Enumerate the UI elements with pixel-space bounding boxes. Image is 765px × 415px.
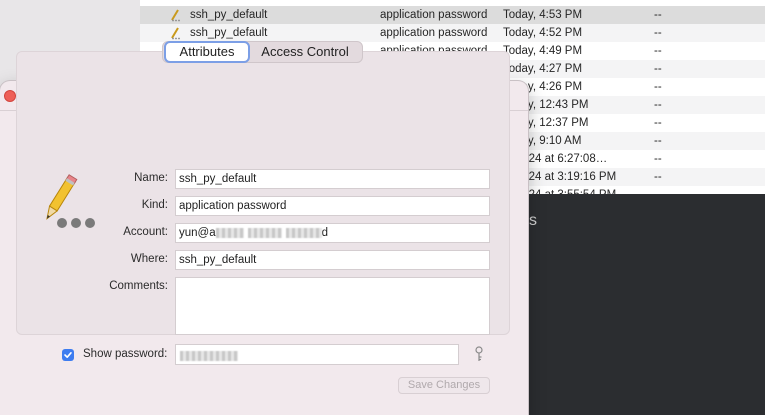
password-item-icon (171, 27, 180, 40)
background-window-text: s (529, 212, 537, 229)
background-window: s (505, 194, 765, 415)
comments-field[interactable] (175, 277, 490, 335)
item-name: ssh_py_default (190, 9, 268, 21)
tab-selector: Attributes Access Control (162, 41, 363, 63)
account-label: Account: (123, 226, 168, 238)
item-date: Today, 4:49 PM (503, 45, 583, 57)
redacted-text (215, 227, 244, 238)
account-field[interactable]: yun@a d (175, 223, 490, 243)
item-keychain: -- (654, 9, 662, 21)
show-password-checkbox[interactable] (62, 349, 74, 361)
password-field[interactable] (175, 344, 459, 365)
tab-access-control[interactable]: Access Control (255, 44, 355, 59)
item-keychain: -- (654, 45, 662, 57)
name-label: Name: (134, 172, 168, 184)
where-label: Where: (130, 253, 168, 265)
key-icon[interactable] (473, 346, 485, 362)
item-keychain: -- (654, 99, 662, 111)
item-date: Today, 4:52 PM (503, 27, 583, 39)
redacted-password (180, 351, 238, 361)
kind-label: Kind: (141, 199, 168, 211)
item-kind: application password (380, 9, 488, 21)
name-field[interactable]: ssh_py_default (175, 169, 490, 189)
redacted-text (247, 227, 282, 238)
item-name: ssh_py_default (190, 27, 268, 39)
keychain-item-row[interactable]: ssh_py_default application password Today,… (140, 24, 765, 42)
item-keychain: -- (654, 63, 662, 75)
tab-attributes[interactable]: Attributes (164, 41, 250, 63)
item-keychain: -- (654, 117, 662, 129)
checkmark-icon (64, 352, 72, 358)
password-item-icon (171, 9, 180, 22)
item-keychain: -- (654, 153, 662, 165)
item-date: Today, 4:53 PM (503, 9, 583, 21)
item-kind: application password (380, 27, 488, 39)
item-keychain: -- (654, 171, 662, 183)
kind-field[interactable]: application password (175, 196, 490, 216)
show-password-label: Show password: (83, 348, 168, 360)
comments-label: Comments: (109, 280, 168, 292)
keychain-item-row[interactable]: ssh_py_default application password Today,… (140, 6, 765, 24)
redacted-text (285, 227, 322, 238)
account-value-end: d (321, 227, 329, 239)
item-date: Today, 4:27 PM (503, 63, 583, 75)
item-keychain: -- (654, 81, 662, 93)
item-keychain: -- (654, 135, 662, 147)
where-field[interactable]: ssh_py_default (175, 250, 490, 270)
save-changes-button[interactable]: Save Changes (398, 377, 490, 394)
account-value-start: yun@a (179, 227, 216, 239)
item-keychain: -- (654, 27, 662, 39)
